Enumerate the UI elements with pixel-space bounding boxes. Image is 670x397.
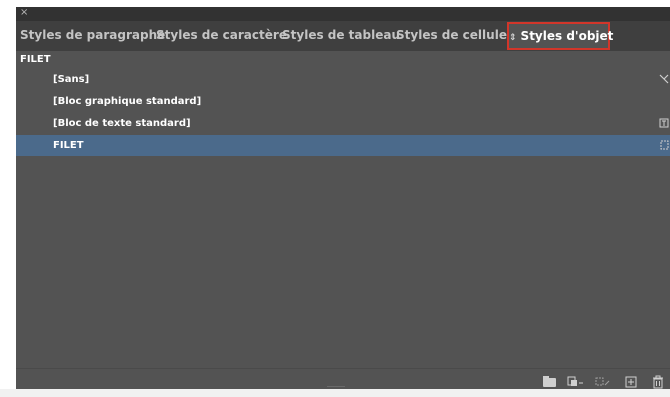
- panel-title-bar[interactable]: ×: [16, 7, 670, 21]
- style-label: [Bloc graphique standard]: [53, 96, 202, 107]
- style-label: [Sans]: [53, 74, 90, 85]
- folder-icon[interactable]: [543, 376, 556, 387]
- tab-cell-styles[interactable]: Styles de cellule: [396, 21, 507, 51]
- trash-icon[interactable]: [652, 375, 664, 389]
- panel-tab-bar: Styles de paragraphe Styles de caractère…: [16, 21, 670, 51]
- style-label: FILET: [53, 140, 84, 151]
- style-list-item[interactable]: [Sans]: [16, 69, 670, 90]
- new-style-icon[interactable]: [625, 375, 637, 389]
- tab-object-styles-label: Styles d'objet: [520, 29, 614, 43]
- tab-character-styles[interactable]: Styles de caractère: [156, 21, 287, 51]
- frame-icon: [659, 139, 669, 151]
- text-frame-icon: [659, 117, 669, 129]
- style-override-icon[interactable]: [567, 375, 585, 389]
- style-list-item-selected[interactable]: FILET: [16, 135, 670, 156]
- style-list-item[interactable]: [Bloc graphique standard]: [16, 91, 670, 112]
- close-icon[interactable]: ×: [20, 7, 28, 19]
- background-strip: [0, 389, 670, 397]
- clear-override-icon[interactable]: [595, 375, 611, 389]
- tab-object-styles[interactable]: ⇕ Styles d'objet: [507, 22, 613, 50]
- style-label: [Bloc de texte standard]: [53, 118, 191, 129]
- style-list-item[interactable]: [Bloc de texte standard]: [16, 113, 670, 134]
- tab-table-styles[interactable]: Styles de tableau: [282, 21, 400, 51]
- current-style-name: FILET: [20, 54, 51, 65]
- no-style-icon: [659, 73, 669, 85]
- object-styles-panel: × Styles de paragraphe Styles de caractè…: [16, 7, 670, 397]
- sort-arrows-icon: ⇕: [509, 33, 517, 43]
- tab-paragraph-styles[interactable]: Styles de paragraphe: [20, 21, 165, 51]
- current-style-header: FILET: [16, 52, 670, 68]
